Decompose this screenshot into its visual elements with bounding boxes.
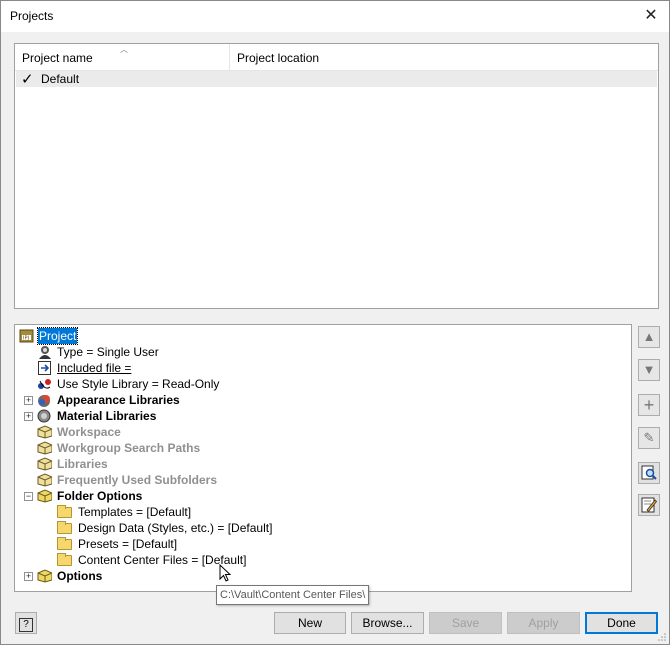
folder-icon	[57, 537, 72, 550]
tree-label-libraries: Libraries	[57, 457, 108, 471]
help-icon: ?	[19, 618, 33, 632]
done-button[interactable]: Done	[585, 612, 658, 634]
edit-path-button[interactable]: ✎	[638, 427, 660, 449]
tree-label-options: Options	[57, 569, 103, 583]
close-icon[interactable]: ✕	[639, 5, 663, 27]
move-up-button[interactable]: ▲	[638, 326, 660, 348]
project-list[interactable]: Project name ︿ Project location ✓ Defaul…	[14, 43, 659, 309]
column-header-project-location[interactable]: Project location	[230, 44, 430, 70]
apply-button[interactable]: Apply	[507, 612, 580, 634]
tree-label-presets: Presets = [Default]	[78, 537, 178, 551]
edit-document-icon	[641, 497, 658, 513]
tree-label-use-style-library: Use Style Library = Read-Only	[57, 377, 220, 391]
add-path-button[interactable]: +	[638, 394, 660, 416]
resize-grip-icon[interactable]	[657, 632, 667, 642]
expand-material-libraries[interactable]: +	[24, 412, 33, 421]
help-button[interactable]: ?	[15, 612, 37, 634]
browse-button[interactable]: Browse...	[351, 612, 424, 634]
project-file-icon: IPJ	[19, 329, 34, 343]
edit-all-button[interactable]	[638, 494, 660, 516]
active-project-check-icon: ✓	[21, 71, 34, 88]
library-folder-icon	[37, 441, 52, 455]
library-folder-icon	[37, 569, 52, 583]
style-library-icon	[38, 379, 51, 389]
tree-label-workspace: Workspace	[57, 425, 121, 439]
tree-label-frequently-used-subfolders: Frequently Used Subfolders	[57, 473, 218, 487]
tree-label-project: Project	[36, 327, 79, 345]
appearance-library-icon	[38, 395, 50, 407]
material-library-icon	[37, 409, 51, 423]
folder-icon	[57, 505, 72, 518]
sort-ascending-icon: ︿	[120, 45, 128, 54]
tree-label-included-file: Included file =	[57, 361, 132, 375]
save-button[interactable]: Save	[429, 612, 502, 634]
library-folder-icon	[37, 425, 52, 439]
svg-text:IPJ: IPJ	[23, 336, 29, 342]
projects-dialog: Projects ✕ Project name ︿ Project locati…	[0, 0, 670, 645]
collapse-folder-options[interactable]: −	[24, 492, 33, 501]
library-folder-icon	[37, 473, 52, 487]
new-button[interactable]: New	[274, 612, 346, 634]
dialog-title: Projects	[10, 9, 54, 23]
folder-icon	[57, 521, 72, 534]
library-folder-icon	[37, 489, 52, 503]
project-settings-tree[interactable]: IPJ Project Type = Single User Included …	[14, 324, 632, 592]
tree-label-design-data: Design Data (Styles, etc.) = [Default]	[78, 521, 273, 535]
included-file-icon	[38, 361, 51, 375]
tree-label-workgroup-search-paths: Workgroup Search Paths	[57, 441, 201, 455]
project-name: Default	[41, 72, 80, 86]
title-bar: Projects ✕	[1, 1, 669, 32]
tree-label-appearance-libraries: Appearance Libraries	[57, 393, 180, 407]
tree-label-type: Type = Single User	[57, 345, 159, 359]
mouse-cursor-icon	[219, 564, 232, 582]
tree-label-material-libraries: Material Libraries	[57, 409, 157, 423]
expand-appearance-libraries[interactable]: +	[24, 396, 33, 405]
tree-label-templates: Templates = [Default]	[78, 505, 192, 519]
project-row-default[interactable]: ✓ Default	[16, 71, 657, 88]
expand-options[interactable]: +	[24, 572, 33, 581]
folder-icon	[57, 553, 72, 566]
library-folder-icon	[37, 457, 52, 471]
path-tooltip: C:\Vault\Content Center Files\	[216, 585, 370, 605]
project-list-header: Project name ︿ Project location	[15, 44, 658, 71]
find-icon	[641, 465, 657, 480]
tree-label-folder-options: Folder Options	[57, 489, 143, 503]
find-path-button[interactable]	[638, 462, 660, 484]
user-icon	[39, 346, 51, 359]
move-down-button[interactable]: ▼	[638, 359, 660, 381]
